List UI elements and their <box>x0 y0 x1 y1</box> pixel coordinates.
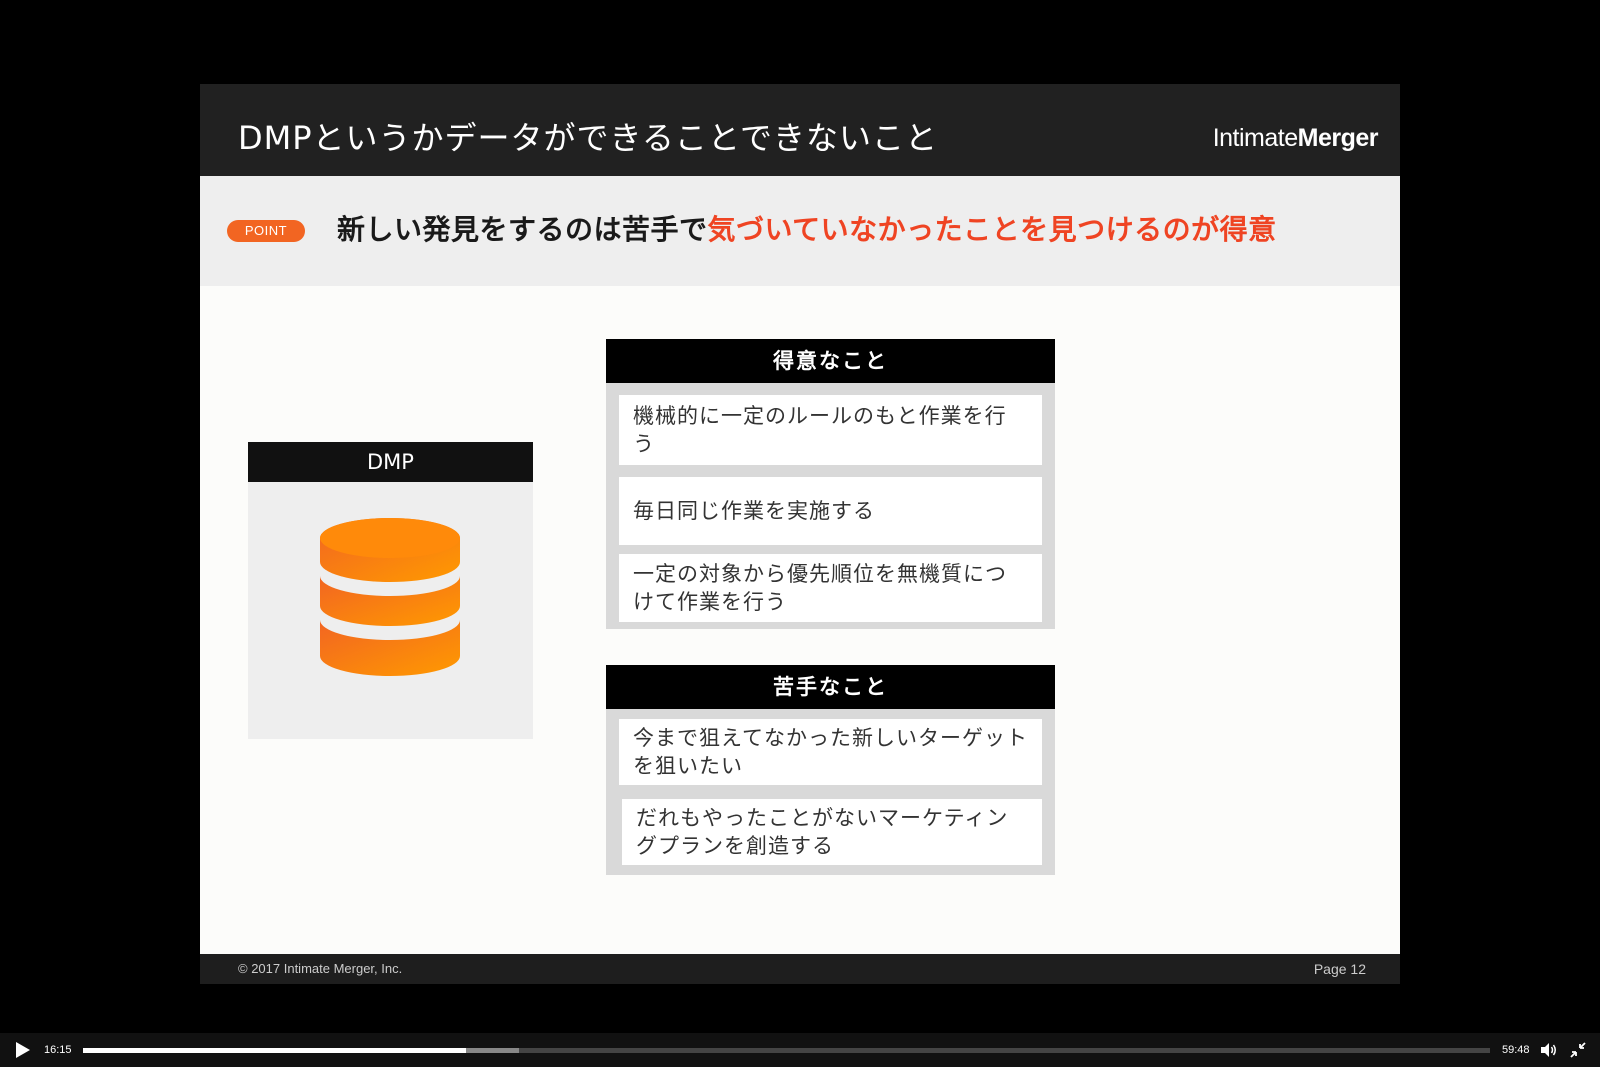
point-text: 新しい発見をするのは苦手で気づいていなかったことを見つけるのが得意 <box>337 208 1277 248</box>
point-text-highlight: 気づいていなかったことを見つけるのが得意 <box>707 213 1277 246</box>
bad-panel-title: 苦手なこと <box>606 665 1055 709</box>
good-panel-title: 得意なこと <box>606 339 1055 383</box>
dmp-card-title: DMP <box>248 442 533 482</box>
good-item: 機械的に一定のルールのもと作業を行う <box>619 395 1042 465</box>
point-band: POINT 新しい発見をするのは苦手で気づいていなかったことを見つけるのが得意 <box>200 176 1400 286</box>
slide-title: DMPというかデータができることできないこと <box>238 119 938 157</box>
current-time: 16:15 <box>44 1044 72 1056</box>
slide-header: DMPというかデータができることできないこと IntimateMerger <box>200 84 1400 176</box>
good-item: 毎日同じ作業を実施する <box>619 477 1042 545</box>
copyright: © 2017 Intimate Merger, Inc. <box>238 961 403 976</box>
good-panel: 得意なこと 機械的に一定のルールのもと作業を行う 毎日同じ作業を実施する 一定の… <box>606 339 1055 629</box>
duration: 59:48 <box>1502 1044 1530 1056</box>
bad-panel: 苦手なこと 今まで狙えてなかった新しいターゲットを狙いたい だれもやったことがな… <box>606 665 1055 875</box>
good-item: 一定の対象から優先順位を無機質につけて作業を行う <box>619 554 1042 622</box>
exit-fullscreen-icon[interactable] <box>1570 1042 1586 1058</box>
dmp-card: DMP <box>248 442 533 739</box>
database-icon <box>320 518 460 676</box>
progress-bar[interactable] <box>83 1048 1490 1053</box>
bad-item: 今まで狙えてなかった新しいターゲットを狙いたい <box>619 719 1042 785</box>
brand-logo-bold: Merger <box>1297 124 1379 152</box>
progress-played <box>83 1048 466 1053</box>
point-badge: POINT <box>227 220 305 242</box>
brand-logo-light: Intimate <box>1212 124 1298 152</box>
play-icon[interactable] <box>16 1042 30 1058</box>
video-controls: 16:15 59:48 <box>0 1033 1600 1067</box>
volume-icon[interactable] <box>1540 1042 1558 1058</box>
bad-item: だれもやったことがないマーケティングプランを創造する <box>622 799 1042 865</box>
slide: DMPというかデータができることできないこと IntimateMerger PO… <box>200 84 1400 984</box>
brand-logo: IntimateMerger <box>1212 124 1379 153</box>
point-text-main: 新しい発見をするのは苦手で <box>337 213 708 246</box>
page-number: Page 12 <box>1313 961 1366 977</box>
slide-footer: © 2017 Intimate Merger, Inc. Page 12 <box>200 954 1400 984</box>
